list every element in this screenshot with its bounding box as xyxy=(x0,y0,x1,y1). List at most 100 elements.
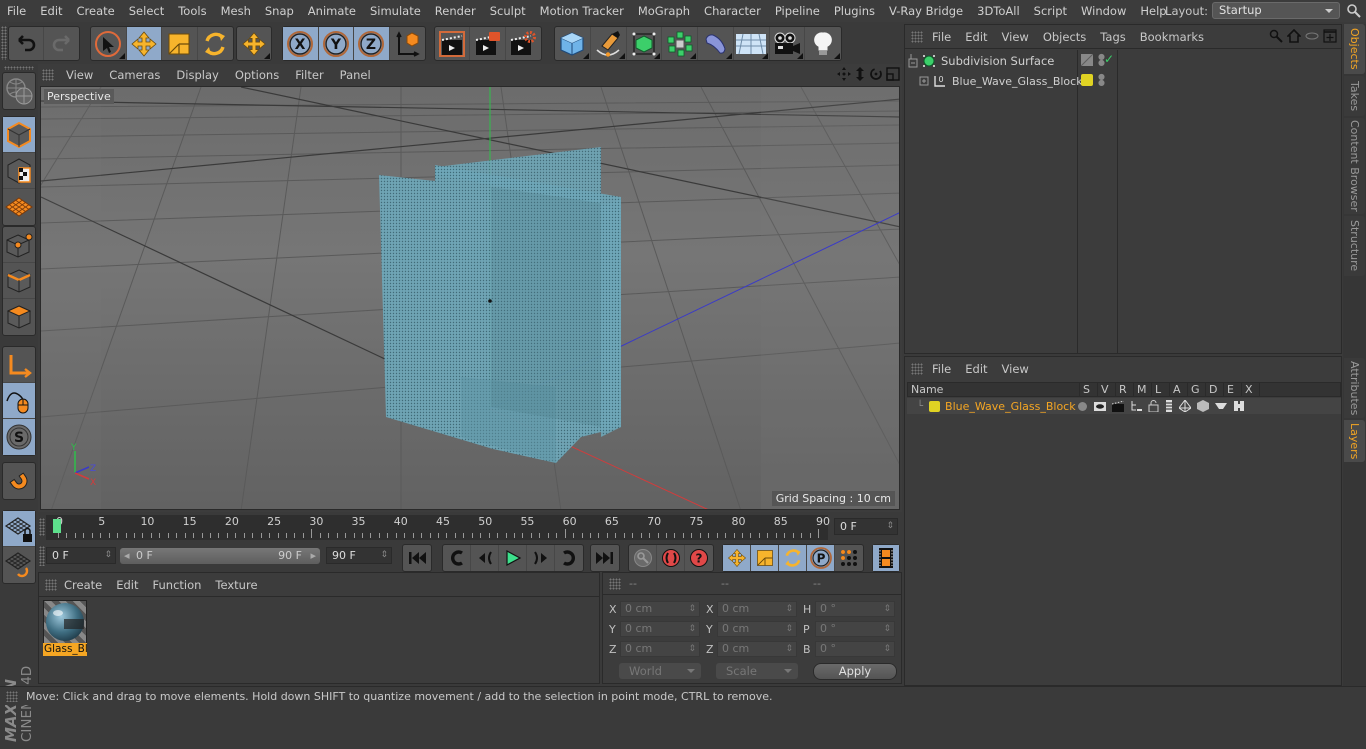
material-thumbnail[interactable] xyxy=(43,600,87,644)
menu-motion-tracker[interactable]: Motion Tracker xyxy=(533,0,631,22)
menu-edit[interactable]: Edit xyxy=(33,0,69,22)
viewport-menu-cameras[interactable]: Cameras xyxy=(101,68,168,82)
layers-menu-file[interactable]: File xyxy=(925,362,958,376)
add-light-button[interactable] xyxy=(805,27,841,60)
render-view-button[interactable] xyxy=(435,27,471,60)
column-generators[interactable]: G xyxy=(1188,383,1206,396)
preview-range-slider[interactable]: ◂ 0 F 90 F ▸ xyxy=(120,548,320,564)
render-settings-button[interactable] xyxy=(506,27,541,60)
column-locked[interactable]: L xyxy=(1152,383,1170,396)
tab-content-browser[interactable]: Content Browser xyxy=(1344,118,1365,214)
rot-p-field[interactable]: 0 ° xyxy=(815,621,895,637)
layers-grip[interactable] xyxy=(911,363,923,375)
objects-menu-edit[interactable]: Edit xyxy=(958,30,994,44)
lock-toggle-icon[interactable] xyxy=(1148,400,1159,412)
texture-mode-button[interactable] xyxy=(3,153,35,189)
z-axis-lock-button[interactable]: Z xyxy=(354,27,390,60)
rot-b-field[interactable]: 0 ° xyxy=(815,641,895,657)
solo-toggle-icon[interactable] xyxy=(1077,401,1088,412)
left-toolbar-grip[interactable] xyxy=(4,66,34,70)
add-spline-pen-button[interactable] xyxy=(591,27,627,60)
add-subdivision-surface-button[interactable] xyxy=(627,27,663,60)
rotate-tool-button[interactable] xyxy=(198,27,233,60)
menu-animate[interactable]: Animate xyxy=(301,0,363,22)
y-axis-lock-button[interactable]: Y xyxy=(318,27,354,60)
keyframe-selection-button[interactable]: ? xyxy=(685,545,713,571)
column-xref[interactable]: X xyxy=(1242,383,1260,396)
objects-menu-bookmarks[interactable]: Bookmarks xyxy=(1133,30,1211,44)
add-camera-button[interactable] xyxy=(770,27,806,60)
view-toggle-icon[interactable] xyxy=(1094,401,1107,412)
live-selection-button[interactable] xyxy=(91,27,127,60)
column-name[interactable]: Name xyxy=(908,383,1080,396)
enabled-check-icon[interactable]: ✓ xyxy=(1104,52,1114,66)
layer-name[interactable]: Blue_Wave_Glass_Block xyxy=(945,400,1083,413)
workplane-mode-button[interactable] xyxy=(3,189,35,225)
track-scale-button[interactable] xyxy=(751,545,779,571)
material-menu-texture[interactable]: Texture xyxy=(208,578,264,592)
layers-menu-edit[interactable]: Edit xyxy=(958,362,994,376)
polygons-mode-button[interactable] xyxy=(3,299,35,335)
menu-simulate[interactable]: Simulate xyxy=(363,0,428,22)
timeline-window-button[interactable] xyxy=(873,545,899,571)
column-view[interactable]: V xyxy=(1098,383,1116,396)
pos-z-field[interactable]: 0 cm xyxy=(620,641,700,657)
column-manager[interactable]: M xyxy=(1134,383,1152,396)
menu-file[interactable]: File xyxy=(0,0,33,22)
layers-menu-view[interactable]: View xyxy=(995,362,1036,376)
coordinate-mode-dropdown[interactable]: Scale xyxy=(716,663,798,679)
menu-vray-bridge[interactable]: V-Ray Bridge xyxy=(882,0,970,22)
material-menu-function[interactable]: Function xyxy=(146,578,209,592)
tweak-mode-button[interactable] xyxy=(3,383,35,419)
track-pla-button[interactable] xyxy=(835,545,863,571)
viewport-menu-view[interactable]: View xyxy=(58,68,101,82)
move-tool-button[interactable] xyxy=(126,27,162,60)
play-button[interactable] xyxy=(499,545,527,571)
layer-color-swatch[interactable] xyxy=(929,400,941,412)
material-grip[interactable] xyxy=(45,579,57,591)
menu-window[interactable]: Window xyxy=(1074,0,1133,22)
menu-mograph[interactable]: MoGraph xyxy=(631,0,697,22)
record-key-button[interactable] xyxy=(629,545,657,571)
rotate-view-icon[interactable] xyxy=(869,67,883,81)
rot-h-field[interactable]: 0 ° xyxy=(815,601,895,617)
add-cube-button[interactable] xyxy=(555,27,591,60)
size-z-field[interactable]: 0 cm xyxy=(717,641,797,657)
track-position-button[interactable] xyxy=(723,545,751,571)
tab-structure[interactable]: Structure xyxy=(1344,216,1365,276)
timeline-ruler[interactable]: 051015202530354045505560657075808590 xyxy=(46,515,830,540)
go-to-end-button[interactable] xyxy=(591,545,619,571)
search-icon[interactable] xyxy=(1346,3,1362,19)
solo-button[interactable]: S xyxy=(3,419,35,455)
tab-attributes[interactable]: Attributes xyxy=(1344,358,1365,418)
previous-frame-button[interactable] xyxy=(471,545,499,571)
deformers-toggle-icon[interactable] xyxy=(1197,400,1210,412)
transport-grip[interactable] xyxy=(39,546,45,566)
track-parameter-button[interactable]: P xyxy=(807,545,835,571)
points-mode-button[interactable] xyxy=(3,227,35,263)
column-expressions[interactable]: E xyxy=(1224,383,1242,396)
expressions-toggle-icon[interactable] xyxy=(1215,401,1228,411)
layout-dropdown[interactable]: Startup xyxy=(1212,2,1340,19)
next-frame-button[interactable] xyxy=(527,545,555,571)
generators-toggle-icon[interactable] xyxy=(1179,400,1192,412)
next-key-button[interactable] xyxy=(555,545,583,571)
visibility-dots-icon[interactable]: ● ● xyxy=(1098,73,1105,87)
filter-icon[interactable] xyxy=(1305,29,1319,43)
current-frame-field[interactable]: 0 F xyxy=(834,518,898,535)
object-row-subdivision-surface[interactable]: Subdivision Surface ● ● ✓ xyxy=(905,51,1341,71)
undo-button[interactable] xyxy=(9,27,45,60)
tab-objects[interactable]: Objects xyxy=(1344,24,1365,74)
menu-pipeline[interactable]: Pipeline xyxy=(768,0,827,22)
axis-mode-button[interactable] xyxy=(3,347,35,383)
pos-y-field[interactable]: 0 cm xyxy=(620,621,700,637)
menu-mesh[interactable]: Mesh xyxy=(214,0,258,22)
coordinate-space-dropdown[interactable]: World xyxy=(619,663,701,679)
start-frame-field[interactable]: 0 F xyxy=(46,547,116,564)
viewport-menu-options[interactable]: Options xyxy=(227,68,287,82)
size-x-field[interactable]: 0 cm xyxy=(717,601,797,617)
zoom-view-icon[interactable] xyxy=(854,67,866,81)
column-solo[interactable]: S xyxy=(1080,383,1098,396)
animation-toggle-icon[interactable] xyxy=(1165,400,1173,412)
search-icon[interactable] xyxy=(1269,29,1283,43)
